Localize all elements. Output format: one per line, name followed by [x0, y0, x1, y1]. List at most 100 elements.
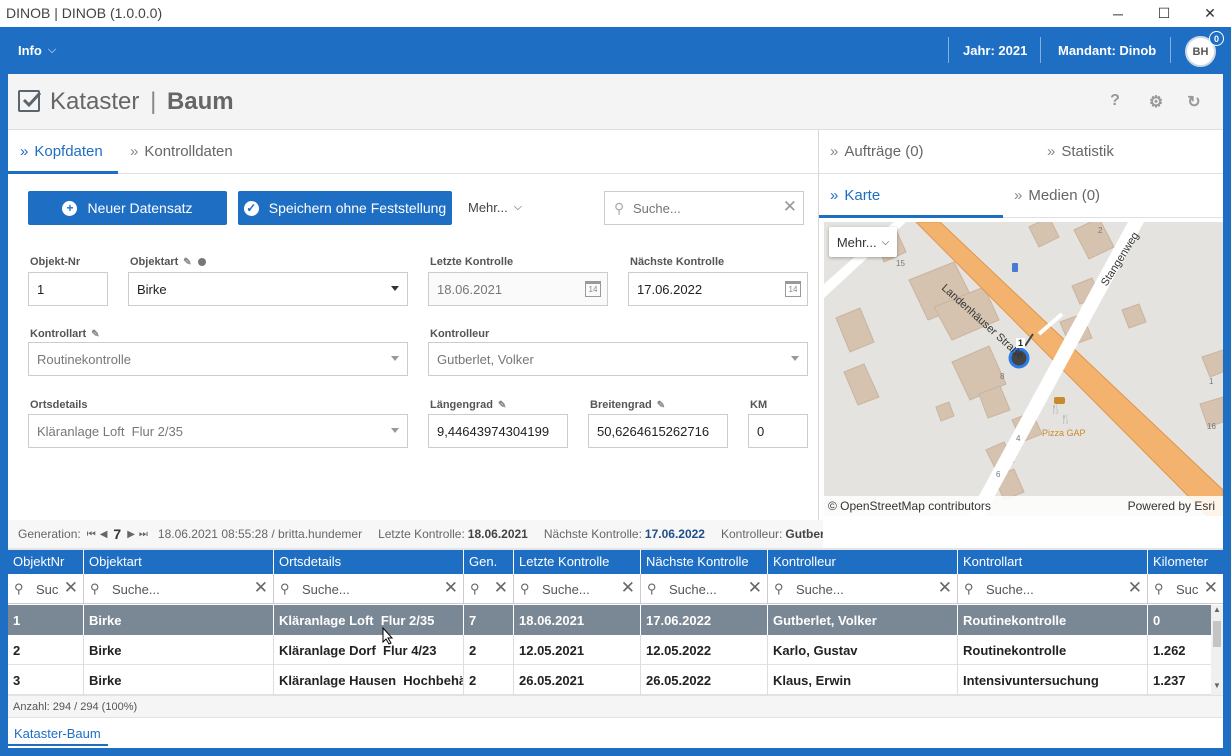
select-value: Birke — [137, 281, 167, 297]
column-filter[interactable]: ⚲ Suc ✕ — [8, 574, 84, 604]
column-filter[interactable]: ⚲ Suche... ✕ — [84, 574, 274, 604]
new-record-button[interactable]: + Neuer Datensatz — [28, 191, 227, 225]
column-header[interactable]: Gen. — [464, 550, 514, 574]
column-header[interactable]: Kilometer — [1148, 550, 1223, 574]
column-header[interactable]: Kontrollart — [958, 550, 1148, 574]
more-menu[interactable]: Mehr... ⌵ — [468, 200, 522, 215]
pencil-icon[interactable]: ✎ — [498, 400, 506, 411]
column-filter[interactable]: ⚲ Suche... ✕ — [641, 574, 768, 604]
filter-placeholder: Suche... — [986, 582, 1034, 597]
objektart-select[interactable]: Birke — [128, 272, 408, 306]
clear-icon[interactable]: ✕ — [783, 197, 797, 217]
table-row[interactable]: 2 Birke Kläranlage Dorf Flur 4/23 2 12.0… — [8, 635, 1211, 665]
minimize-button[interactable]: ─ — [1095, 0, 1141, 27]
close-button[interactable]: ✕ — [1187, 0, 1231, 27]
tab-medien[interactable]: » Medien (0) — [1014, 187, 1100, 204]
chevron-down-icon: ⌵ — [47, 44, 57, 56]
pencil-icon[interactable]: ✎ — [183, 257, 191, 268]
help-icon[interactable]: ? — [1105, 92, 1125, 112]
map-view[interactable]: 🍴 🍴 Landenhäuser Straße Stangenweg Pizza… — [824, 222, 1223, 516]
clear-icon[interactable]: ✕ — [938, 578, 952, 598]
map-more-menu[interactable]: Mehr... ⌵ — [829, 227, 897, 257]
filter-placeholder: Suche... — [542, 582, 590, 597]
table-cell: 26.05.2022 — [641, 665, 768, 695]
tab-karte[interactable]: » Karte — [830, 187, 880, 204]
tab-kopfdaten[interactable]: » Kopfdaten — [20, 143, 103, 160]
km-field[interactable]: 0 — [748, 414, 808, 448]
inspector-label: Kontrolleur: — [720, 527, 783, 541]
year-selector[interactable]: Jahr: 2021 — [963, 43, 1027, 58]
scroll-down-icon[interactable]: ▼ — [1213, 681, 1221, 690]
label-text: Kontrollart — [30, 328, 87, 340]
table-cell: Kläranlage Loft Flur 2/35 — [274, 605, 464, 635]
table-row[interactable]: 1 Birke Kläranlage Loft Flur 2/35 7 18.0… — [8, 605, 1211, 635]
column-filter[interactable]: ⚲ Suc ✕ — [1148, 574, 1223, 604]
search-icon: ⚲ — [964, 581, 974, 596]
clear-icon[interactable]: ✕ — [494, 578, 508, 598]
column-filter[interactable]: ⚲ Suche... ✕ — [958, 574, 1148, 604]
save-without-finding-button[interactable]: ✓ Speichern ohne Feststellung — [238, 191, 452, 225]
info-menu[interactable]: Info ⌵ — [18, 43, 56, 58]
laengengrad-field[interactable]: 9,44643974304199 — [428, 414, 568, 448]
clear-icon[interactable]: ✕ — [1204, 578, 1218, 598]
prev-page-icon[interactable]: ◀ — [100, 529, 108, 540]
column-header[interactable]: Ortsdetails — [274, 550, 464, 574]
objekt-nr-label: Objekt-Nr — [30, 256, 81, 268]
client-selector[interactable]: Mandant: Dinob — [1058, 43, 1156, 58]
tab-kontrolldaten[interactable]: » Kontrolldaten — [130, 143, 233, 160]
column-header[interactable]: Objektart — [84, 550, 274, 574]
letzte-kontrolle-field: 18.06.2021 14 — [428, 272, 608, 306]
generation-number: 7 — [113, 526, 122, 542]
clear-icon[interactable]: ✕ — [444, 578, 458, 598]
gear-icon[interactable]: ⚙ — [1146, 92, 1166, 112]
column-filter[interactable]: ⚲ Suche... ✕ — [274, 574, 464, 604]
tab-kataster-baum[interactable]: Kataster-Baum — [14, 726, 101, 741]
naechste-kontrolle-field[interactable]: 17.06.2022 14 — [628, 272, 808, 306]
house-number: 15 — [896, 259, 905, 268]
table-cell: 26.05.2021 — [514, 665, 641, 695]
breitengrad-field[interactable]: 50,6264615262716 — [588, 414, 728, 448]
scroll-up-icon[interactable]: ▲ — [1213, 605, 1221, 614]
notification-badge: 0 — [1209, 31, 1224, 46]
column-filter[interactable]: ⚲ ✕ — [464, 574, 514, 604]
clear-icon[interactable]: ✕ — [64, 578, 78, 598]
calendar-icon[interactable]: 14 — [785, 281, 801, 297]
maximize-button[interactable]: ☐ — [1141, 0, 1187, 27]
filter-placeholder: Suche... — [796, 582, 844, 597]
clear-icon[interactable]: ✕ — [621, 578, 635, 598]
pencil-icon[interactable]: ✎ — [657, 400, 665, 411]
search-input[interactable] — [633, 198, 773, 218]
column-filter[interactable]: ⚲ Suche... ✕ — [514, 574, 641, 604]
table-row[interactable]: 3 Birke Kläranlage Hausen Hochbehält 2 2… — [8, 665, 1211, 695]
clear-icon[interactable]: ✕ — [1128, 578, 1142, 598]
column-header[interactable]: Nächste Kontrolle — [641, 550, 768, 574]
pencil-icon[interactable]: ✎ — [91, 329, 99, 340]
label-text: Breitengrad — [590, 399, 652, 411]
table-cell: 2 — [464, 665, 514, 695]
clear-icon[interactable]: ✕ — [748, 578, 762, 598]
checkbox-icon — [18, 90, 41, 112]
grid-scrollbar[interactable]: ▲ ▼ — [1211, 605, 1223, 695]
objekt-nr-field[interactable]: 1 — [28, 272, 108, 306]
last-page-icon[interactable]: ⏭ — [139, 529, 148, 540]
map-attribution-bar: © OpenStreetMap contributors Powered by … — [824, 496, 1223, 516]
refresh-icon[interactable]: ↻ — [1184, 92, 1204, 112]
tab-auftraege[interactable]: » Aufträge (0) — [830, 143, 924, 160]
tab-statistik[interactable]: » Statistik — [1047, 143, 1114, 160]
first-page-icon[interactable]: ⏮ — [87, 529, 96, 540]
column-header[interactable]: ObjektNr — [8, 550, 84, 574]
more-label: Mehr... — [836, 234, 877, 250]
chevron-down-icon: ⌵ — [881, 236, 890, 248]
ortsdetails-select[interactable]: Kläranlage Loft Flur 2/35 — [28, 414, 408, 448]
mouse-cursor-icon — [382, 627, 394, 645]
filter-placeholder: Suche... — [112, 582, 160, 597]
column-filter[interactable]: ⚲ Suche... ✕ — [768, 574, 958, 604]
clear-icon[interactable]: ✕ — [254, 578, 268, 598]
label-text: Längengrad — [430, 399, 493, 411]
next-page-icon[interactable]: ▶ — [127, 529, 135, 540]
kontrollart-select[interactable]: Routinekontrolle — [28, 342, 408, 376]
kontrolleur-select[interactable]: Gutberlet, Volker — [428, 342, 808, 376]
column-header[interactable]: Letzte Kontrolle — [514, 550, 641, 574]
column-header[interactable]: Kontrolleur — [768, 550, 958, 574]
scrollbar-thumb[interactable] — [1213, 621, 1221, 647]
